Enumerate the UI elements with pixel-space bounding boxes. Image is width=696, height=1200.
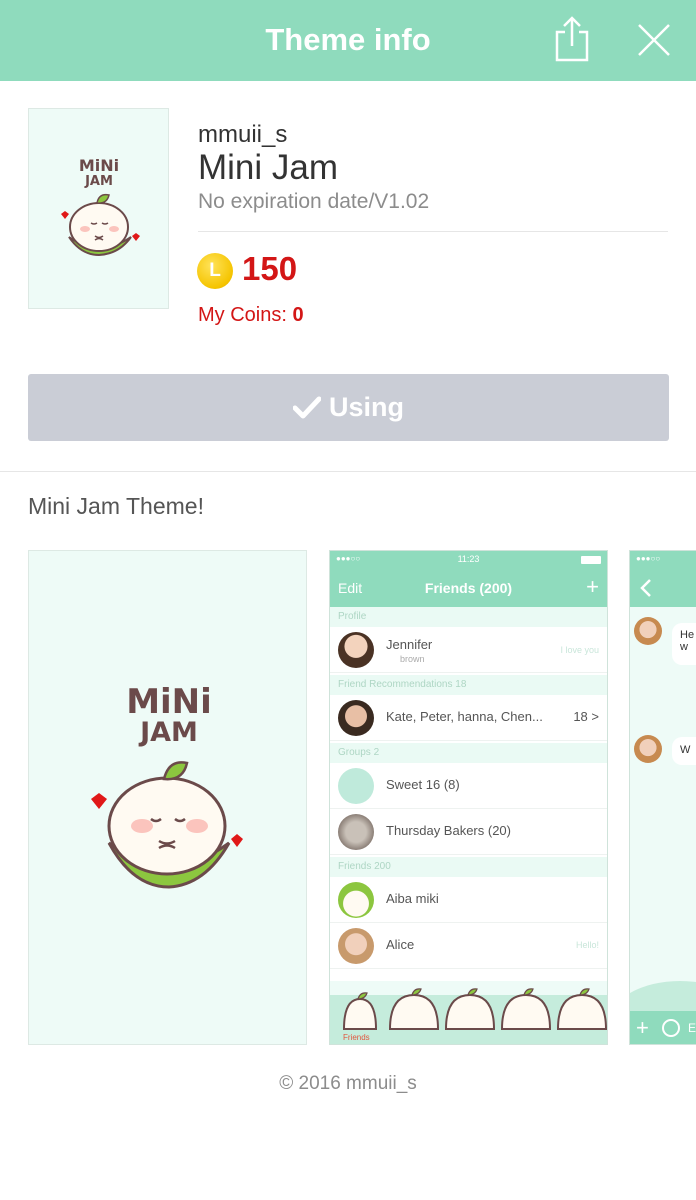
friend-name: Jennifer xyxy=(386,637,433,652)
my-coins: My Coins: 0 xyxy=(198,304,304,327)
header-bar: Theme info xyxy=(0,0,696,81)
share-icon xyxy=(555,16,589,62)
divider xyxy=(198,231,668,232)
svg-text:JAM: JAM xyxy=(138,717,198,748)
status-time: 11:23 xyxy=(457,554,480,564)
preview-friends[interactable]: ●●●○○ 11:23 Edit Friends (200) + Profile… xyxy=(329,550,608,1045)
svg-text:MiNi: MiNi xyxy=(126,682,212,722)
mascot-tab-icons xyxy=(330,981,607,1030)
coin-icon: L xyxy=(197,253,233,289)
list-item[interactable]: Thursday Bakers (20) xyxy=(330,809,607,855)
status-bar: ●●●○○ 11:23 xyxy=(330,551,607,569)
plus-icon[interactable]: + xyxy=(636,1015,649,1041)
close-button[interactable] xyxy=(636,22,672,58)
mascot-icon: MiNi JAM xyxy=(91,682,243,889)
svg-text:JAM: JAM xyxy=(84,174,113,189)
list-item[interactable]: Aiba miki xyxy=(330,877,607,923)
theme-author: mmuii_s xyxy=(198,121,288,148)
status-bar: ●●●○○ xyxy=(630,551,696,569)
friend-status: Hello! xyxy=(575,940,599,950)
tab-friends-label[interactable]: Friends xyxy=(343,1033,370,1042)
mascot-icon: MiNi JAM xyxy=(61,156,140,257)
friends-title: Friends (200) xyxy=(424,580,513,596)
svg-text:MiNi: MiNi xyxy=(79,156,119,175)
section-header: Profile xyxy=(330,607,607,627)
avatar xyxy=(338,814,374,850)
nav-bar: Edit Friends (200) + xyxy=(330,569,607,607)
recommend-names: Kate, Peter, hanna, Chen... xyxy=(386,709,543,724)
signal-icon: ●●●○○ xyxy=(636,554,661,563)
section-header: Groups 2 xyxy=(330,743,607,763)
close-icon xyxy=(638,24,670,56)
list-item[interactable]: Kate, Peter, hanna, Chen... 18 > xyxy=(330,695,607,741)
avatar xyxy=(338,928,374,964)
chat-bubble: He w xyxy=(672,623,696,665)
theme-thumbnail: MiNi JAM xyxy=(28,108,169,309)
list-item[interactable]: Alice Hello! xyxy=(330,923,607,969)
tab-bar: Friends xyxy=(330,981,607,1044)
battery-icon xyxy=(581,556,601,564)
friend-name: Alice xyxy=(386,937,415,952)
avatar xyxy=(338,632,374,668)
copyright: © 2016 mmuii_s xyxy=(279,1073,417,1094)
theme-price: 150 xyxy=(242,250,298,287)
theme-name: Mini Jam xyxy=(198,148,339,187)
checkmark-icon xyxy=(292,396,321,418)
list-item[interactable]: Jennifer brown I love you xyxy=(330,627,607,673)
avatar xyxy=(634,735,662,763)
my-coins-value: 0 xyxy=(292,304,304,326)
group-name: Thursday Bakers (20) xyxy=(386,823,511,838)
avatar xyxy=(338,882,374,918)
page-title: Theme info xyxy=(265,22,431,57)
section-header: Friend Recommendations 18 xyxy=(330,675,607,695)
avatar xyxy=(338,700,374,736)
expiry-version: No expiration date/V1.02 xyxy=(198,190,430,213)
share-button[interactable] xyxy=(553,14,591,62)
add-friend-button[interactable]: + xyxy=(586,574,599,600)
group-name: Sweet 16 (8) xyxy=(386,777,460,792)
avatar xyxy=(338,768,374,804)
emoji-icon[interactable] xyxy=(662,1019,680,1037)
chat-input-bar: + E xyxy=(630,1011,696,1044)
section-divider xyxy=(0,471,696,472)
preview-chat[interactable]: ●●●○○ He w W + E xyxy=(629,550,696,1045)
friend-id: brown xyxy=(400,654,425,664)
back-icon[interactable] xyxy=(638,578,654,598)
theme-description: Mini Jam Theme! xyxy=(28,493,204,519)
my-coins-label: My Coins: xyxy=(198,304,293,326)
friend-name: Aiba miki xyxy=(386,891,439,906)
nav-bar xyxy=(630,569,696,607)
section-header: Friends 200 xyxy=(330,857,607,877)
chat-input-hint[interactable]: E xyxy=(688,1021,696,1035)
using-button[interactable]: Using xyxy=(28,374,669,441)
recommend-count: 18 > xyxy=(573,709,599,724)
avatar xyxy=(634,617,662,645)
using-label: Using xyxy=(328,392,404,422)
preview-splash[interactable]: MiNi JAM xyxy=(28,550,307,1045)
chat-bubble: W xyxy=(672,737,696,765)
friend-status: I love you xyxy=(560,645,599,655)
list-item[interactable]: Sweet 16 (8) xyxy=(330,763,607,809)
